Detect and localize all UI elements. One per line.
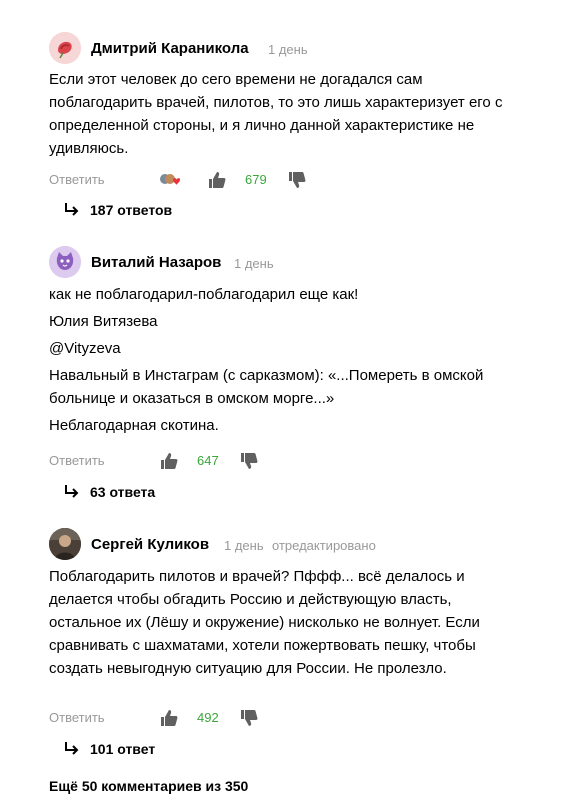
like-count: 647 [197, 453, 219, 468]
reactions-icon[interactable] [159, 172, 181, 188]
dislike-icon[interactable] [239, 708, 259, 728]
replies-count: 101 ответ [90, 741, 156, 757]
comment-paragraph: Если этот человек до сего времени не дог… [49, 71, 503, 157]
like-icon[interactable] [207, 170, 227, 190]
comment-paragraph: как не поблагодарил-поблагодарил еще как… [49, 286, 359, 303]
like-count: 492 [197, 710, 219, 725]
comment-text: как не поблагодарил-поблагодарил еще как… [49, 283, 519, 437]
comment-time: 1 день [234, 256, 274, 271]
comment-paragraph: Юлия Витязева [49, 313, 158, 330]
comment-text: Поблагодарить пилотов и врачей? Пффф... … [49, 565, 519, 680]
reply-button[interactable]: Ответить [49, 710, 105, 725]
more-comments-button[interactable]: Ещё 50 комментариев из 350 [49, 778, 248, 794]
reply-button[interactable]: Ответить [49, 453, 105, 468]
reply-arrow-icon [65, 485, 79, 498]
comment-paragraph: Поблагодарить пилотов и врачей? Пффф... … [49, 568, 480, 677]
show-replies-button[interactable]: 101 ответ [64, 741, 155, 757]
show-replies-button[interactable]: 63 ответа [64, 484, 155, 500]
replies-count: 187 ответов [90, 202, 173, 218]
reply-arrow-icon [65, 203, 79, 216]
reply-arrow-icon [65, 742, 79, 755]
comment-actions: Ответить 647 [49, 451, 349, 473]
author-avatar[interactable] [49, 246, 81, 278]
comment-actions: Ответить 492 [49, 708, 349, 730]
rose-icon [49, 32, 81, 64]
author-avatar[interactable] [49, 32, 81, 64]
comment-paragraph: Навальный в Инстаграм (с сарказмом): «..… [49, 367, 484, 407]
photo-avatar-icon [49, 528, 81, 560]
comment-text: Если этот человек до сего времени не дог… [49, 68, 519, 160]
comment-time: 1 день [224, 538, 264, 553]
like-icon[interactable] [159, 451, 179, 471]
author-avatar[interactable] [49, 528, 81, 560]
comment-paragraph: Неблагодарная скотина. [49, 417, 219, 434]
comment-paragraph: @Vityzeva [49, 340, 121, 357]
dislike-icon[interactable] [239, 451, 259, 471]
edited-label: отредактировано [272, 538, 376, 553]
author-name[interactable]: Виталий Назаров [91, 254, 221, 271]
like-icon[interactable] [159, 708, 179, 728]
comment-time: 1 день [268, 42, 308, 57]
replies-count: 63 ответа [90, 484, 156, 500]
cat-icon [49, 246, 81, 278]
like-count: 679 [245, 172, 267, 187]
show-replies-button[interactable]: 187 ответов [64, 202, 172, 218]
dislike-icon[interactable] [287, 170, 307, 190]
author-name[interactable]: Сергей Куликов [91, 536, 209, 553]
author-name[interactable]: Дмитрий Караникола [91, 40, 249, 57]
reply-button[interactable]: Ответить [49, 172, 105, 187]
comment-actions: Ответить 679 [49, 170, 349, 192]
